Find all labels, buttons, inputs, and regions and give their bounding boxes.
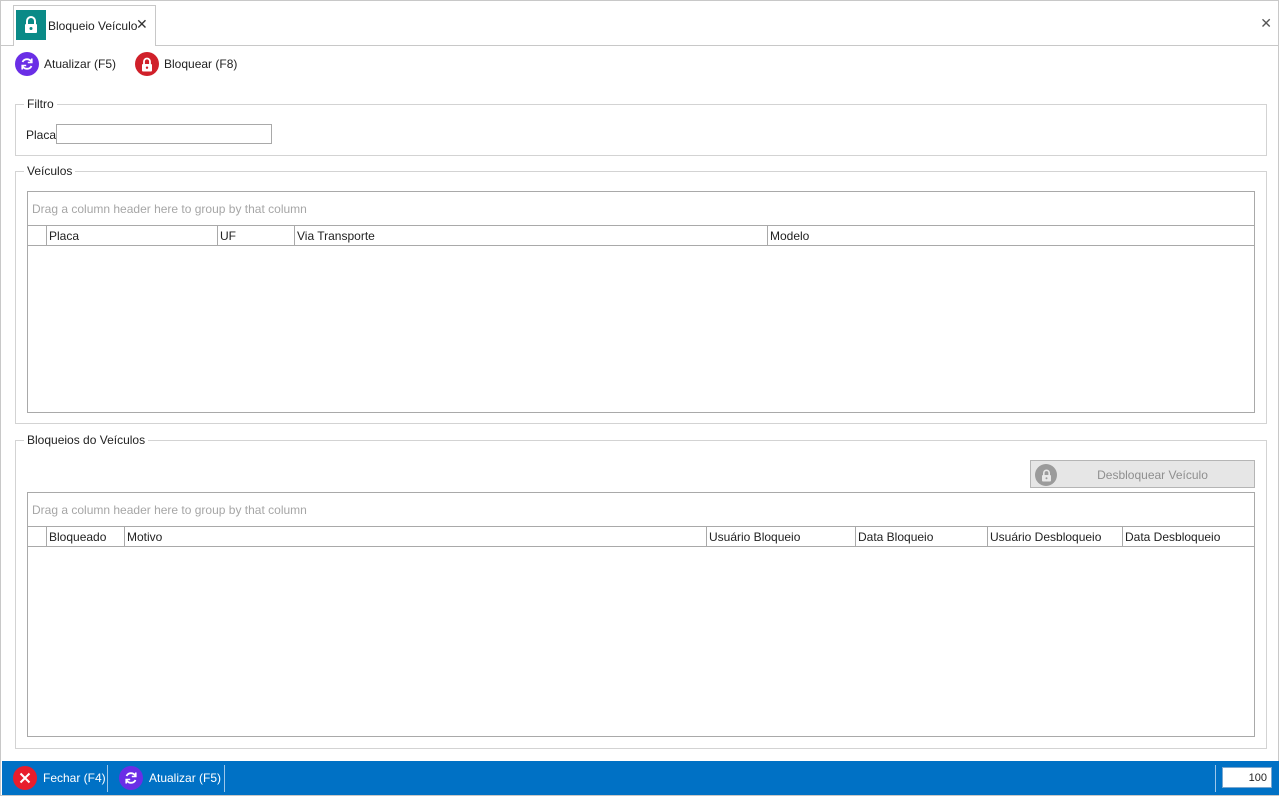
row-indicator-header: [28, 527, 47, 546]
refresh-button[interactable]: Atualizar (F5): [15, 52, 116, 76]
vehicles-grid[interactable]: Drag a column header here to group by th…: [27, 191, 1255, 413]
vehicles-group-title: Veículos: [24, 164, 76, 178]
column-header-modelo[interactable]: Modelo: [768, 226, 1254, 245]
column-header-usuario-bloqueio[interactable]: Usuário Bloqueio: [707, 527, 856, 546]
column-header-bloqueado[interactable]: Bloqueado: [47, 527, 125, 546]
footer-refresh-button-label: Atualizar (F5): [149, 771, 222, 785]
tab-close-icon[interactable]: ✕: [136, 16, 148, 33]
blocks-grid[interactable]: Drag a column header here to group by th…: [27, 492, 1255, 737]
zoom-level[interactable]: 100: [1222, 767, 1272, 788]
close-button[interactable]: Fechar (F4): [13, 766, 106, 790]
footer-refresh-button[interactable]: Atualizar (F5): [119, 766, 221, 790]
column-header-motivo[interactable]: Motivo: [125, 527, 707, 546]
block-button[interactable]: Bloquear (F8): [135, 52, 237, 76]
tab-strip: Bloqueio Veículo ✕ ✕: [1, 1, 1278, 46]
refresh-icon: [15, 52, 39, 76]
vehicles-grid-header: Placa UF Via Transporte Modelo: [28, 225, 1254, 246]
tab-bloqueio-veiculo[interactable]: Bloqueio Veículo ✕: [13, 5, 156, 46]
footer-divider: [1215, 765, 1216, 792]
plate-input[interactable]: [56, 124, 272, 144]
column-header-usuario-desbloqueio[interactable]: Usuário Desbloqueio: [988, 527, 1123, 546]
unlock-vehicle-label: Desbloquear Veículo: [1097, 468, 1208, 482]
filter-group-title: Filtro: [24, 97, 57, 111]
lock-icon: [135, 52, 159, 76]
column-header-via-transporte[interactable]: Via Transporte: [295, 226, 768, 245]
close-button-label: Fechar (F4): [43, 771, 106, 785]
tab-label: Bloqueio Veículo: [48, 19, 138, 33]
vehicles-group-panel[interactable]: Drag a column header here to group by th…: [28, 192, 1254, 225]
plate-label: Placa: [26, 128, 57, 142]
blocks-grid-header: Bloqueado Motivo Usuário Bloqueio Data B…: [28, 526, 1254, 547]
row-indicator-header: [28, 226, 47, 245]
blocks-group-title: Bloqueios do Veículos: [24, 433, 149, 447]
column-header-uf[interactable]: UF: [218, 226, 295, 245]
window-close-icon[interactable]: ✕: [1260, 15, 1272, 32]
status-bar: Fechar (F4) Atualizar (F5) 100: [2, 761, 1279, 795]
column-header-placa[interactable]: Placa: [47, 226, 218, 245]
lock-icon: [16, 10, 46, 40]
footer-divider: [107, 765, 108, 792]
block-button-label: Bloquear (F8): [164, 57, 238, 71]
footer-divider: [224, 765, 225, 792]
column-header-data-desbloqueio[interactable]: Data Desbloqueio: [1123, 527, 1254, 546]
column-header-data-bloqueio[interactable]: Data Bloqueio: [856, 527, 988, 546]
close-icon: [13, 766, 37, 790]
blocks-group-panel[interactable]: Drag a column header here to group by th…: [28, 493, 1254, 526]
unlock-vehicle-button[interactable]: Desbloquear Veículo: [1030, 460, 1255, 488]
window-frame: Bloqueio Veículo ✕ ✕ Atualizar (F5) Bloq…: [0, 0, 1279, 796]
refresh-button-label: Atualizar (F5): [44, 57, 117, 71]
refresh-icon: [119, 766, 143, 790]
